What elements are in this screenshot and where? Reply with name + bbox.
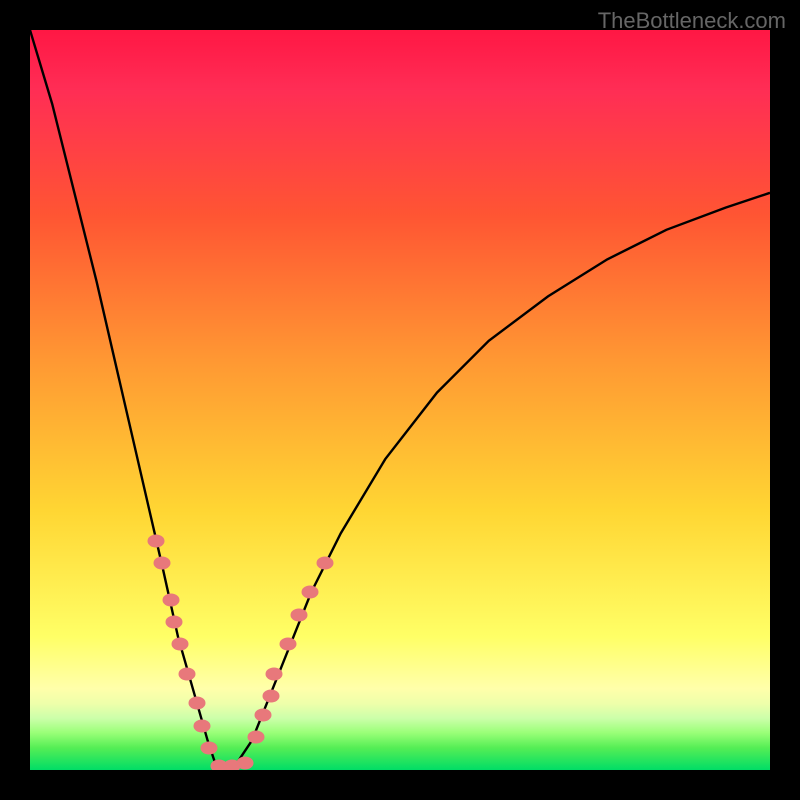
data-marker xyxy=(262,690,279,703)
data-marker xyxy=(147,534,164,547)
data-marker xyxy=(153,556,170,569)
data-marker xyxy=(166,616,183,629)
data-marker xyxy=(247,730,264,743)
bottleneck-curve xyxy=(30,30,770,770)
curve-layer xyxy=(30,30,770,770)
data-marker xyxy=(266,667,283,680)
data-marker xyxy=(290,608,307,621)
watermark-text: TheBottleneck.com xyxy=(598,8,786,34)
data-marker xyxy=(178,667,195,680)
data-marker xyxy=(188,697,205,710)
data-marker xyxy=(194,719,211,732)
data-marker xyxy=(279,638,296,651)
data-marker xyxy=(201,741,218,754)
data-marker xyxy=(301,586,318,599)
data-marker xyxy=(162,593,179,606)
data-marker xyxy=(255,708,272,721)
data-marker xyxy=(236,756,253,769)
plot-area xyxy=(30,30,770,770)
data-marker xyxy=(172,638,189,651)
data-marker xyxy=(316,556,333,569)
